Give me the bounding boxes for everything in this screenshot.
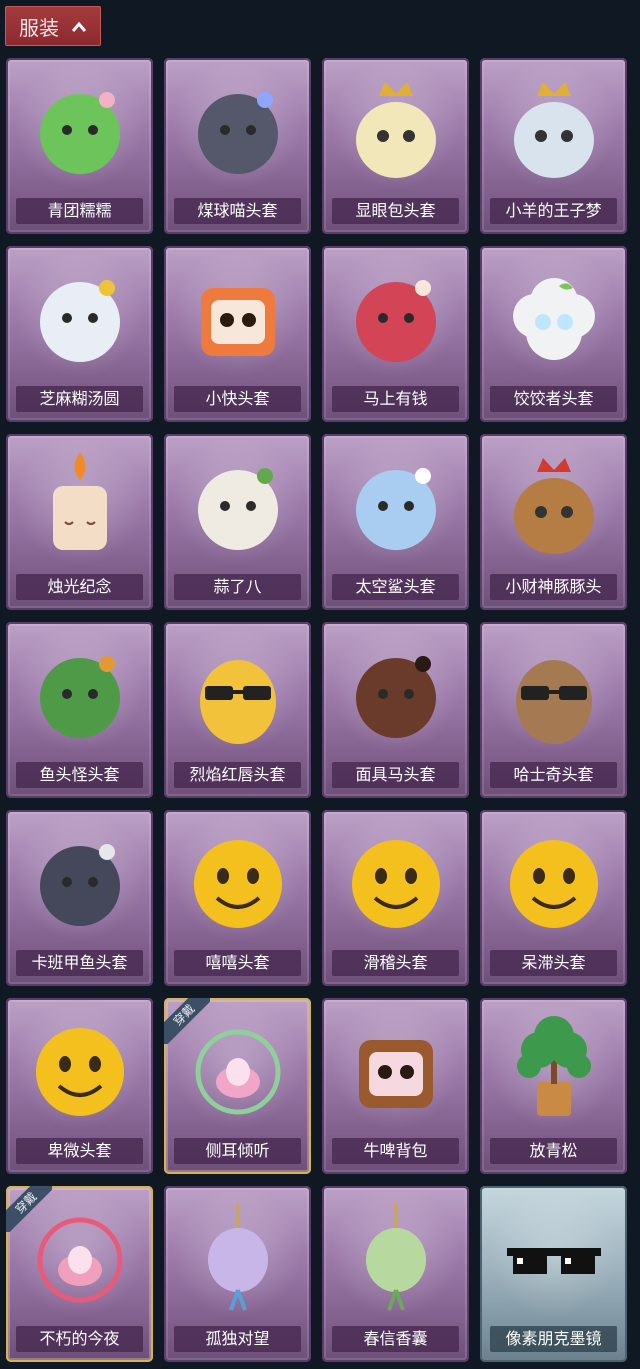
smirk-emoji-icon — [341, 822, 451, 940]
gray-cat-head-icon — [183, 70, 293, 188]
outfit-item-card[interactable]: 滑稽头套 — [322, 810, 469, 986]
outfit-item-card[interactable]: 春信香囊 — [322, 1186, 469, 1362]
item-name-label: 不朽的今夜 — [16, 1326, 143, 1352]
outfit-item-card[interactable]: 卡班甲鱼头套 — [6, 810, 153, 986]
chevron-up-icon — [71, 14, 87, 38]
item-name-label: 烈焰红唇头套 — [174, 762, 301, 788]
outfit-item-card[interactable]: 烈焰红唇头套 — [164, 622, 311, 798]
equipped-badge-label: 穿戴 — [6, 1186, 52, 1232]
stare-emoji-icon — [499, 822, 609, 940]
doll-charm-icon — [183, 1198, 293, 1316]
outfit-item-card[interactable]: 蒜了八 — [164, 434, 311, 610]
outfit-item-card[interactable]: 牛啤背包 — [322, 998, 469, 1174]
outfit-item-card[interactable]: 马上有钱 — [322, 246, 469, 422]
item-name-label: 哈士奇头套 — [490, 762, 617, 788]
husky-sunglasses-icon — [499, 634, 609, 752]
item-name-label: 呆滞头套 — [490, 950, 617, 976]
outfit-item-card[interactable]: 青团糯糯 — [6, 58, 153, 234]
pikachu-sunglasses-icon — [183, 634, 293, 752]
shy-emoji-icon — [25, 1010, 135, 1128]
item-name-label: 马上有钱 — [332, 386, 459, 412]
item-name-label: 牛啤背包 — [332, 1138, 459, 1164]
item-name-label: 小财神豚豚头 — [490, 574, 617, 600]
bonsai-pine-icon — [499, 1010, 609, 1128]
candle-icon — [25, 446, 135, 564]
outfit-item-card[interactable]: 卑微头套 — [6, 998, 153, 1174]
item-name-label: 卑微头套 — [16, 1138, 143, 1164]
outfit-item-card[interactable]: 像素朋克墨镜 — [480, 1186, 627, 1362]
outfit-item-card[interactable]: 煤球喵头套 — [164, 58, 311, 234]
outfit-category-label: 服装 — [19, 15, 59, 40]
outfit-item-card[interactable]: 嘻嘻头套 — [164, 810, 311, 986]
horse-mask-icon — [341, 634, 451, 752]
item-name-label: 饺饺者头套 — [490, 386, 617, 412]
outfit-item-card[interactable]: 穿戴不朽的今夜 — [6, 1186, 153, 1362]
item-name-label: 蒜了八 — [174, 574, 301, 600]
red-horse-head-icon — [341, 258, 451, 376]
item-name-label: 显眼包头套 — [332, 198, 459, 224]
outfit-category-tab[interactable]: 服装 — [5, 6, 101, 46]
item-name-label: 放青松 — [490, 1138, 617, 1164]
item-name-label: 芝麻糊汤圆 — [16, 386, 143, 412]
item-name-label: 春信香囊 — [332, 1326, 459, 1352]
outfit-item-card[interactable]: 饺饺者头套 — [480, 246, 627, 422]
item-name-label: 小羊的王子梦 — [490, 198, 617, 224]
outfit-item-card[interactable]: 面具马头套 — [322, 622, 469, 798]
shark-head-icon — [341, 446, 451, 564]
outfit-item-card[interactable]: 芝麻糊汤圆 — [6, 246, 153, 422]
outfit-item-card[interactable]: 小快头套 — [164, 246, 311, 422]
outfit-item-card[interactable]: 小羊的王子梦 — [480, 58, 627, 234]
garlic-icon — [183, 446, 293, 564]
equipped-badge: 穿戴 — [164, 998, 210, 1044]
orange-tv-head-icon — [183, 258, 293, 376]
item-name-label: 嘻嘻头套 — [174, 950, 301, 976]
equipped-badge: 穿戴 — [6, 1186, 52, 1232]
capybara-head-icon — [499, 446, 609, 564]
dumpling-head-icon — [499, 258, 609, 376]
crowned-sheep-icon — [499, 70, 609, 188]
item-grid: 青团糯糯 煤球喵头套 显眼包头套 小羊的王子梦芝麻糊汤圆 小快头套 马上有钱 饺饺者头套烛光… — [6, 58, 634, 1362]
outfit-item-card[interactable]: 鱼头怪头套 — [6, 622, 153, 798]
outfit-item-card[interactable]: 太空鲨头套 — [322, 434, 469, 610]
item-name-label: 太空鲨头套 — [332, 574, 459, 600]
cow-beer-mug-icon — [341, 1010, 451, 1128]
item-name-label: 青团糯糯 — [16, 198, 143, 224]
item-name-label: 小快头套 — [174, 386, 301, 412]
whale-head-icon — [25, 822, 135, 940]
outfit-item-card[interactable]: 烛光纪念 — [6, 434, 153, 610]
item-name-label: 烛光纪念 — [16, 574, 143, 600]
item-name-label: 孤独对望 — [174, 1326, 301, 1352]
item-name-label: 滑稽头套 — [332, 950, 459, 976]
outfit-item-card[interactable]: 小财神豚豚头 — [480, 434, 627, 610]
outfit-item-card[interactable]: 穿戴侧耳倾听 — [164, 998, 311, 1174]
outfit-item-card[interactable]: 呆滞头套 — [480, 810, 627, 986]
fish-head-icon — [25, 634, 135, 752]
item-name-label: 鱼头怪头套 — [16, 762, 143, 788]
crowned-bulb-icon — [341, 70, 451, 188]
grin-emoji-icon — [183, 822, 293, 940]
item-name-label: 卡班甲鱼头套 — [16, 950, 143, 976]
outfit-item-card[interactable]: 孤独对望 — [164, 1186, 311, 1362]
green-rice-ball-icon — [25, 70, 135, 188]
rice-dumpling-icon — [25, 258, 135, 376]
item-name-label: 像素朋克墨镜 — [490, 1326, 617, 1352]
item-name-label: 煤球喵头套 — [174, 198, 301, 224]
pixel-sunglasses-icon — [499, 1198, 609, 1316]
outfit-item-card[interactable]: 显眼包头套 — [322, 58, 469, 234]
item-name-label: 侧耳倾听 — [174, 1138, 301, 1164]
item-name-label: 面具马头套 — [332, 762, 459, 788]
sachet-icon — [341, 1198, 451, 1316]
equipped-badge-label: 穿戴 — [164, 998, 210, 1044]
outfit-item-card[interactable]: 放青松 — [480, 998, 627, 1174]
outfit-item-card[interactable]: 哈士奇头套 — [480, 622, 627, 798]
